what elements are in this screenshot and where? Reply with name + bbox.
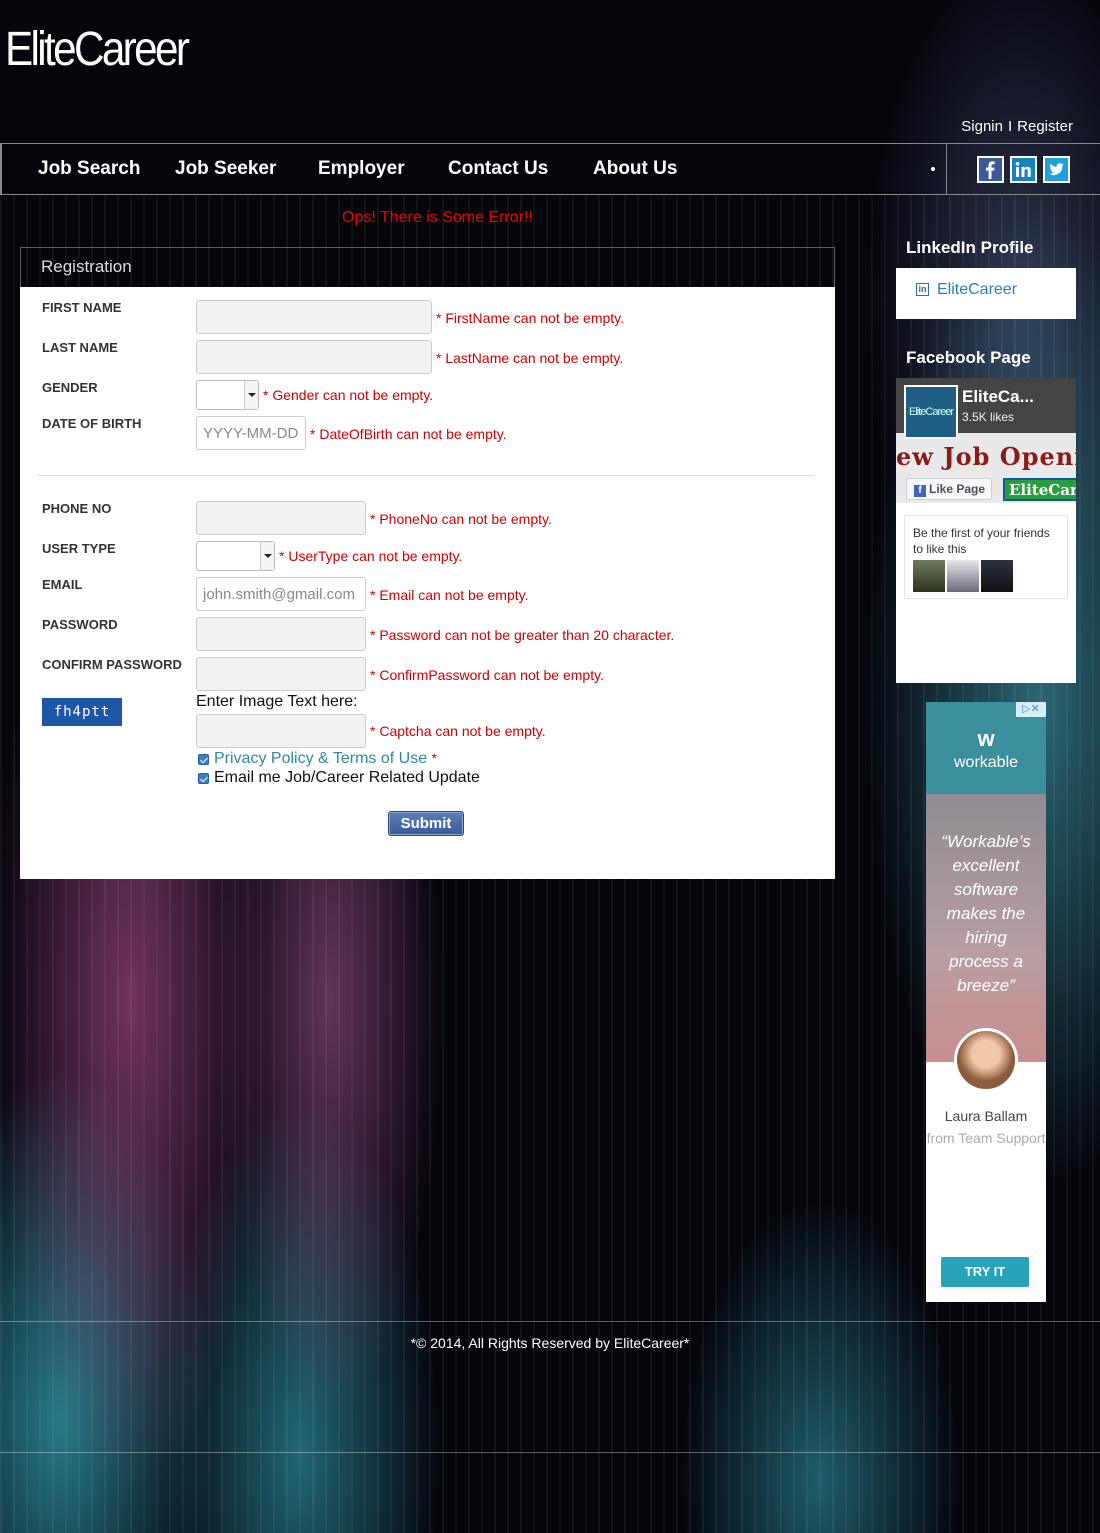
like-page-label: Like Page	[929, 482, 986, 496]
ad-person-team: from Team Support	[926, 1130, 1046, 1146]
auth-separator: I	[1007, 118, 1013, 135]
linkedin-icon[interactable]	[1010, 156, 1037, 183]
captcha-input[interactable]	[196, 714, 366, 748]
nav-job-seeker[interactable]: Job Seeker	[175, 158, 276, 180]
user-type-error: * UserType can not be empty.	[279, 548, 463, 564]
site-logo[interactable]: EliteCareer	[5, 22, 190, 77]
confirm-password-label: CONFIRM PASSWORD	[42, 657, 182, 672]
email-label: EMAIL	[42, 577, 83, 592]
ad-close-icon[interactable]: ▷✕	[1016, 702, 1046, 717]
linkedin-icon: in	[916, 283, 929, 296]
register-link[interactable]: Register	[1017, 118, 1073, 135]
user-type-select[interactable]	[196, 541, 275, 571]
password-label: PASSWORD	[42, 617, 118, 632]
gender-label: GENDER	[42, 380, 98, 395]
gender-select[interactable]	[196, 380, 259, 410]
signin-link[interactable]: Signin	[961, 118, 1003, 135]
dob-input[interactable]: YYYY-MM-DD	[196, 416, 306, 450]
registration-form: FIRST NAME * FirstName can not be empty.…	[20, 287, 835, 879]
facebook-icon[interactable]	[977, 156, 1004, 183]
auth-links: Signin I Register	[961, 118, 1073, 135]
facebook-widget: EliteCareer EliteCa... 3.5K likes ew Job…	[896, 378, 1076, 683]
submit-button[interactable]: Submit	[388, 811, 464, 836]
friend-avatar[interactable]	[981, 560, 1013, 592]
password-input[interactable]	[196, 617, 366, 651]
ad-try-it-button[interactable]: TRY IT	[941, 1257, 1029, 1287]
confirm-password-input[interactable]	[196, 657, 366, 691]
workable-logo-icon: w	[977, 726, 995, 751]
phone-input[interactable]	[196, 501, 366, 535]
facebook-cover-logo: EliteCar	[1003, 478, 1076, 501]
chevron-down-icon	[260, 542, 274, 570]
privacy-checkbox[interactable]	[198, 754, 209, 765]
registration-title: Registration	[41, 257, 132, 276]
last-name-input[interactable]	[196, 340, 432, 374]
friend-avatar[interactable]	[913, 560, 945, 592]
privacy-policy-label[interactable]: Privacy Policy & Terms of Use	[214, 750, 427, 767]
facebook-like-button[interactable]: f Like Page	[906, 478, 992, 500]
dob-label: DATE OF BIRTH	[42, 416, 142, 431]
updates-label: Email me Job/Career Related Update	[214, 769, 480, 786]
first-name-error: * FirstName can not be empty.	[436, 310, 625, 326]
password-error: * Password can not be greater than 20 ch…	[370, 627, 675, 643]
first-name-label: FIRST NAME	[42, 300, 122, 315]
facebook-page-title: Facebook Page	[906, 348, 1031, 367]
main-nav: Job Search Job Seeker Employer Contact U…	[0, 143, 1100, 195]
phone-label: PHONE NO	[42, 501, 112, 516]
captcha-prompt: Enter Image Text here:	[196, 693, 358, 710]
ad-person-name: Laura Ballam	[944, 1108, 1028, 1124]
linkedin-profile-title: LinkedIn Profile	[906, 238, 1034, 257]
facebook-icon: f	[914, 485, 926, 497]
divider	[37, 475, 815, 476]
footer-copyright: *© 2014, All Rights Reserved by EliteCar…	[410, 1335, 690, 1351]
nav-dot	[931, 167, 935, 171]
twitter-icon[interactable]	[1043, 156, 1070, 183]
facebook-page-name[interactable]: EliteCa...	[962, 387, 1034, 407]
friend-avatar[interactable]	[947, 560, 979, 592]
phone-error: * PhoneNo can not be empty.	[370, 511, 552, 527]
confirm-password-error: * ConfirmPassword can not be empty.	[370, 667, 604, 683]
nav-divider	[946, 144, 947, 194]
nav-contact-us[interactable]: Contact Us	[448, 158, 548, 180]
last-name-label: LAST NAME	[42, 340, 118, 355]
workable-ad[interactable]: ▷✕ w workable “Workable’s excellent soft…	[926, 702, 1046, 1302]
user-type-label: USER TYPE	[42, 541, 116, 556]
email-error: * Email can not be empty.	[370, 587, 529, 603]
last-name-error: * LastName can not be empty.	[436, 350, 624, 366]
nav-about-us[interactable]: About Us	[593, 158, 677, 180]
privacy-policy-link[interactable]: Privacy Policy & Terms of Use *	[214, 750, 437, 768]
captcha-image: fh4ptt	[42, 698, 122, 726]
nav-divider	[0, 144, 2, 194]
ad-avatar	[954, 1028, 1018, 1092]
registration-header: Registration	[20, 247, 835, 287]
dob-error: * DateOfBirth can not be empty.	[310, 426, 507, 442]
chevron-down-icon	[244, 381, 258, 409]
captcha-error: * Captcha can not be empty.	[370, 723, 546, 739]
facebook-likes: 3.5K likes	[962, 410, 1015, 424]
email-input[interactable]: john.smith@gmail.com	[196, 577, 366, 611]
nav-job-search[interactable]: Job Search	[38, 158, 140, 180]
facebook-cover-text: ew Job Openi	[896, 442, 1076, 471]
gender-error: * Gender can not be empty.	[263, 387, 434, 403]
ad-quote: “Workable’s excellent software makes the…	[941, 832, 1031, 995]
linkedin-profile-link[interactable]: EliteCareer	[937, 281, 1017, 299]
facebook-page-thumbnail[interactable]: EliteCareer	[904, 385, 958, 439]
required-mark: *	[431, 750, 437, 766]
ad-brand: workable	[953, 754, 1019, 771]
footer-divider	[0, 1452, 1100, 1453]
updates-checkbox[interactable]	[198, 773, 209, 784]
footer-divider	[0, 1321, 1100, 1322]
error-banner: Ops! There is Some Error!!	[342, 209, 533, 226]
nav-employer[interactable]: Employer	[318, 158, 405, 180]
first-name-input[interactable]	[196, 300, 432, 334]
linkedin-widget: in EliteCareer	[896, 268, 1076, 319]
